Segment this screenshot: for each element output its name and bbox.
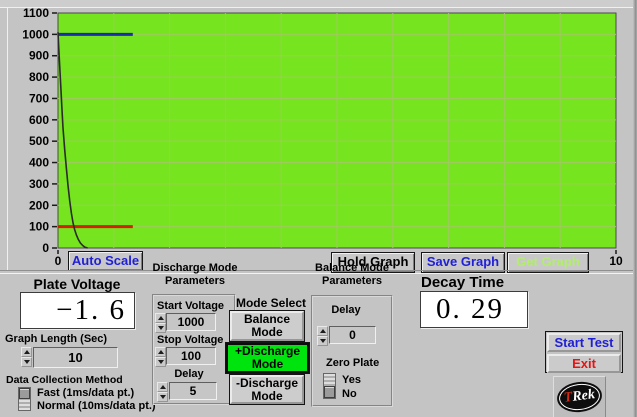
start-test-button[interactable]: Start Test <box>547 333 621 352</box>
data-collection-option-normal[interactable]: Normal (10ms/data pt.) <box>37 400 156 412</box>
zero-plate-option-no[interactable]: No <box>342 388 357 400</box>
y-tick-label: 1100 <box>23 6 49 20</box>
start-voltage-value[interactable]: 1000 <box>166 313 216 331</box>
x-tick-label: 0 <box>55 254 62 268</box>
spin-up-icon[interactable] <box>21 347 32 357</box>
spin-down-icon[interactable] <box>155 323 166 333</box>
mode-button-neg-discharge[interactable]: -Discharge Mode <box>230 375 304 404</box>
balance-params-title: Balance Mode Parameters <box>297 262 407 288</box>
zero-plate-label: Zero Plate <box>326 357 379 369</box>
y-tick-label: 0 <box>42 241 49 255</box>
discharge-params-title-line1: Discharge Mode <box>140 262 250 275</box>
plate-voltage-display: −1. 6 <box>20 292 135 329</box>
y-tick-label: 600 <box>29 113 49 127</box>
y-tick-label: 200 <box>29 198 49 212</box>
discharge-delay-label: Delay <box>154 368 224 380</box>
graph-length-label: Graph Length (Sec) <box>5 333 107 345</box>
spin-up-icon[interactable] <box>155 347 166 357</box>
balance-params-group: Delay 0 Zero Plate Yes No <box>311 295 393 407</box>
zero-plate-switch[interactable] <box>323 373 336 399</box>
y-tick-label: 900 <box>29 49 49 63</box>
balance-delay-label: Delay <box>316 304 376 316</box>
spin-up-icon[interactable] <box>317 326 328 336</box>
data-collection-switch[interactable] <box>18 387 31 411</box>
y-tick-label: 300 <box>29 177 49 191</box>
trek-logo-rek: Rek <box>572 387 596 405</box>
y-tick-label: 100 <box>29 220 49 234</box>
zero-plate-option-yes[interactable]: Yes <box>342 374 361 386</box>
y-tick-label: 700 <box>29 91 49 105</box>
plate-voltage-label: Plate Voltage <box>12 276 142 292</box>
discharge-params-group: Start Voltage 1000 Stop Voltage 100 Dela… <box>152 294 236 405</box>
switch-knob <box>324 386 335 398</box>
spin-down-icon[interactable] <box>317 336 328 346</box>
spin-down-icon[interactable] <box>155 357 166 367</box>
spin-down-icon[interactable] <box>157 392 168 402</box>
decay-time-display: 0. 29 <box>420 291 528 328</box>
balance-params-title-line1: Balance Mode <box>297 262 407 275</box>
mode-button-balance[interactable]: Balance Mode <box>230 311 304 341</box>
discharge-delay-stepper[interactable] <box>157 382 168 402</box>
switch-knob <box>19 388 30 399</box>
start-voltage-label: Start Voltage <box>157 300 224 312</box>
mode-button-neg-discharge-line2: Mode <box>232 390 302 403</box>
mode-select-label: Mode Select <box>233 296 309 310</box>
decay-time-label: Decay Time <box>421 274 504 291</box>
window-right-edge <box>633 0 637 417</box>
mode-button-neg-discharge-line1: -Discharge <box>232 377 302 390</box>
decay-graph: 0 100 200 300 400 500 600 700 800 900 1000 1100 0 10 <box>0 0 637 272</box>
trek-logo-ellipse: TRek <box>555 379 603 414</box>
y-tick-label: 400 <box>29 156 49 170</box>
x-tick-label: 10 <box>609 254 623 268</box>
stop-voltage-value[interactable]: 100 <box>166 347 216 365</box>
data-collection-label: Data Collection Method <box>6 374 123 386</box>
trek-logo-text: TRek <box>563 387 596 407</box>
discharge-params-title-line2: Parameters <box>140 275 250 288</box>
stop-voltage-stepper[interactable] <box>155 347 166 367</box>
auto-scale-button[interactable]: Auto Scale <box>68 251 143 271</box>
y-tick-label: 500 <box>29 134 49 148</box>
mode-button-balance-line2: Mode <box>232 326 302 339</box>
y-tick-label: 1000 <box>22 27 49 41</box>
exit-button[interactable]: Exit <box>547 354 621 373</box>
y-tick-label: 800 <box>29 70 49 84</box>
graph-length-stepper[interactable] <box>21 347 32 368</box>
balance-delay-stepper[interactable] <box>317 326 328 346</box>
spin-up-icon[interactable] <box>157 382 168 392</box>
spin-up-icon[interactable] <box>155 313 166 323</box>
mode-button-pos-discharge[interactable]: +Discharge Mode <box>226 343 309 373</box>
stop-voltage-label: Stop Voltage <box>157 334 223 346</box>
mode-button-pos-discharge-line2: Mode <box>228 358 307 371</box>
action-buttons-frame: Start Test Exit <box>545 331 623 373</box>
graph-length-value[interactable]: 10 <box>33 347 118 368</box>
balance-params-title-line2: Parameters <box>297 275 407 288</box>
data-collection-option-fast[interactable]: Fast (1ms/data pt.) <box>37 387 134 399</box>
discharge-delay-value[interactable]: 5 <box>169 382 217 400</box>
spin-down-icon[interactable] <box>21 357 32 367</box>
start-voltage-stepper[interactable] <box>155 313 166 333</box>
discharge-params-title: Discharge Mode Parameters <box>140 262 250 288</box>
app-window: 010020030040050060070080090010001100010 … <box>0 0 637 417</box>
balance-delay-value[interactable]: 0 <box>329 326 376 344</box>
trek-logo: TRek <box>553 376 606 417</box>
